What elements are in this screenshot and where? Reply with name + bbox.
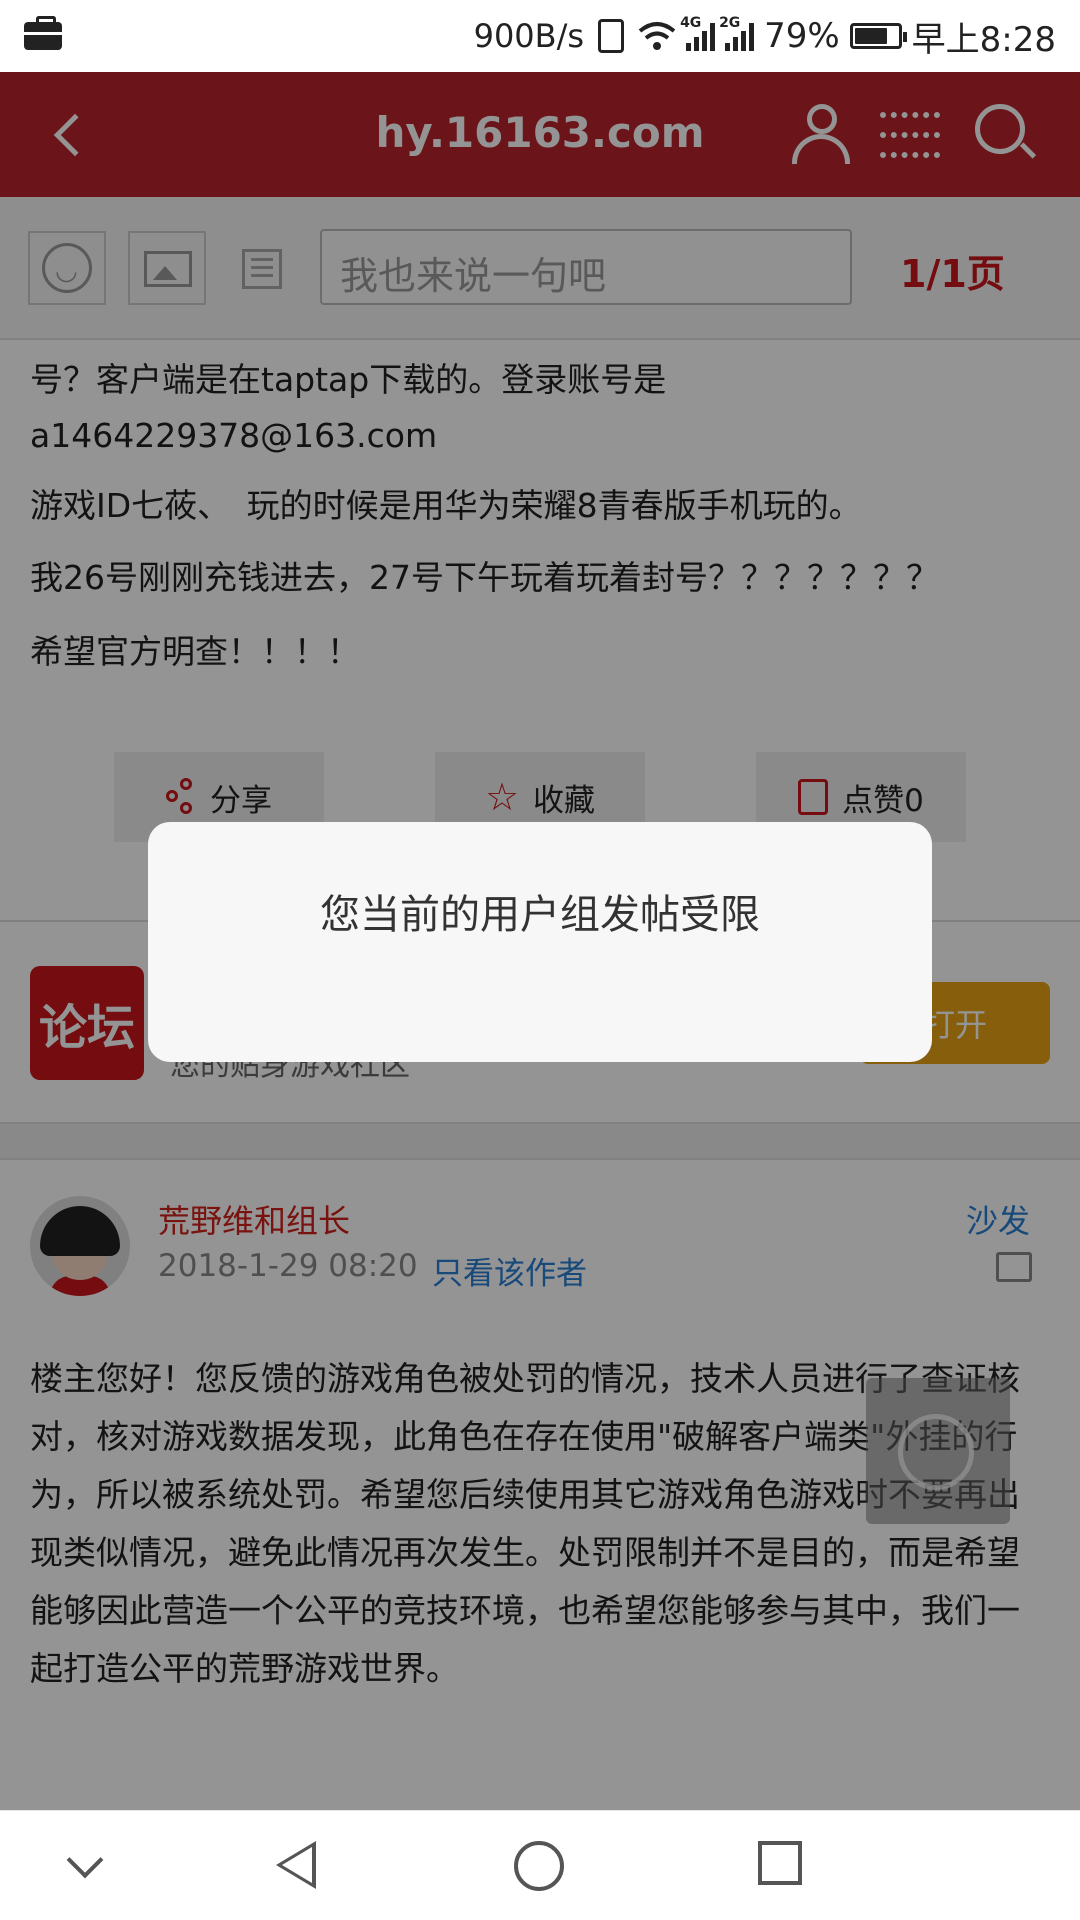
battery-percent: 79% xyxy=(764,16,840,56)
briefcase-icon xyxy=(24,16,62,50)
status-bar: 900B/s 4G 2G 79% 早上8:28 xyxy=(0,0,1080,72)
wifi-icon xyxy=(638,22,676,50)
dialog-message: 您当前的用户组发帖受限 xyxy=(320,892,760,938)
collapse-down-icon[interactable] xyxy=(66,1841,104,1879)
back-triangle-icon[interactable] xyxy=(276,1841,316,1889)
signal-2g-label: 2G xyxy=(719,15,741,31)
signal-4g-icon: 4G xyxy=(680,15,716,51)
signal-4g-label: 4G xyxy=(680,15,702,31)
home-circle-icon[interactable] xyxy=(514,1841,564,1891)
battery-icon xyxy=(849,23,907,49)
clock: 早上8:28 xyxy=(911,19,1056,60)
net-speed: 900B/s xyxy=(473,17,585,55)
vibrate-icon xyxy=(598,19,625,53)
system-nav-bar xyxy=(0,1810,1080,1920)
recents-square-icon[interactable] xyxy=(758,1841,802,1885)
signal-2g-icon: 2G xyxy=(719,15,755,51)
alert-dialog: 您当前的用户组发帖受限 xyxy=(148,822,932,1062)
